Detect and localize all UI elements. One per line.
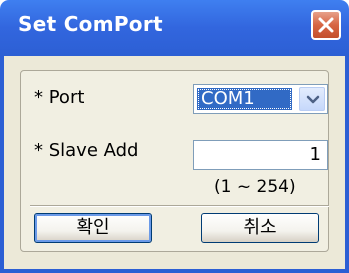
port-select[interactable]: COM1	[193, 84, 328, 114]
slave-address-input[interactable]: 1	[193, 140, 328, 170]
close-icon	[318, 17, 334, 33]
slave-address-range-hint: (1 ~ 254)	[214, 177, 296, 197]
port-dropdown-button[interactable]	[299, 87, 325, 111]
ok-button[interactable]: 확인	[34, 213, 152, 243]
dialog-window: Set ComPort * Port COM1 * Slave Add 1 (1…	[0, 0, 349, 273]
divider	[30, 205, 329, 207]
window-title: Set ComPort	[18, 12, 163, 36]
window-bottom-border	[0, 269, 349, 273]
chevron-down-icon	[306, 95, 320, 104]
port-label: * Port	[34, 87, 85, 108]
title-bar[interactable]: Set ComPort	[0, 0, 349, 56]
cancel-button[interactable]: 취소	[201, 213, 319, 243]
slave-address-label: * Slave Add	[34, 140, 139, 161]
port-select-value[interactable]: COM1	[197, 88, 292, 110]
close-button[interactable]	[311, 10, 341, 40]
